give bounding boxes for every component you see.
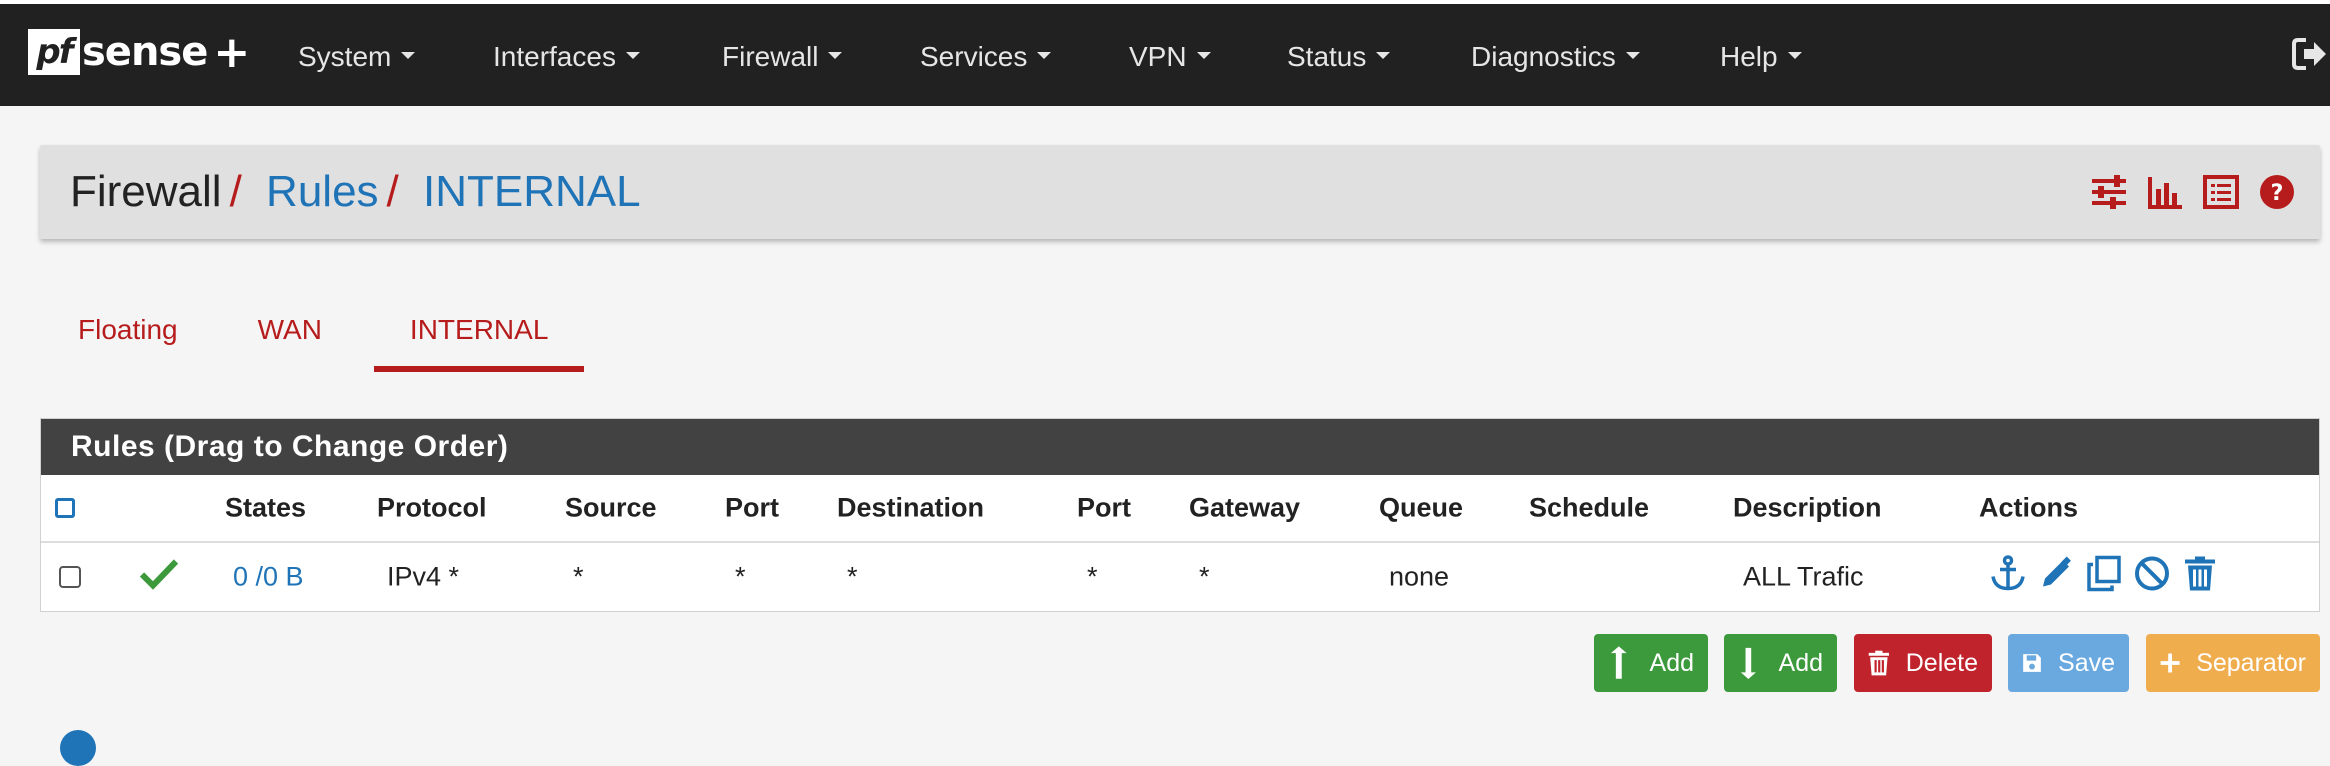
header-protocol[interactable]: Protocol (377, 493, 487, 524)
tab-wan[interactable]: WAN (230, 300, 350, 372)
breadcrumb: Firewall / Rules / INTERNAL (70, 167, 641, 217)
caret-down-icon (1787, 51, 1802, 59)
anchor-icon[interactable] (1989, 555, 2027, 600)
sliders-icon[interactable] (2090, 173, 2128, 216)
help-icon[interactable]: ? (2258, 173, 2296, 216)
caret-down-icon (1625, 51, 1640, 59)
table-row[interactable]: 0 /0 B IPv4 * * * * * * none ALL Trafic (41, 543, 2319, 611)
caret-down-icon (1037, 51, 1052, 59)
breadcrumb-panel: Firewall / Rules / INTERNAL ? (40, 145, 2320, 239)
save-label: Save (2058, 648, 2115, 677)
breadcrumb-separator: / (386, 167, 399, 216)
arrow-up-icon (1610, 646, 1627, 679)
header-destination-port[interactable]: Port (1077, 493, 1131, 524)
row-checkbox[interactable] (59, 566, 81, 588)
row-states-link[interactable]: 0 /0 B (233, 562, 304, 593)
breadcrumb-internal-link[interactable]: INTERNAL (423, 167, 641, 216)
nav-label: Services (920, 41, 1028, 72)
header-port[interactable]: Port (725, 493, 779, 524)
row-destination: * (847, 561, 858, 592)
separator-button[interactable]: Separator (2146, 634, 2320, 692)
plus-icon (2160, 653, 2180, 673)
rules-table-header: States Protocol Source Port Destination … (41, 475, 2319, 543)
info-icon[interactable] (60, 730, 96, 766)
rules-panel: Rules (Drag to Change Order) States Prot… (40, 418, 2320, 612)
add-top-label: Add (1649, 648, 1694, 677)
nav-interfaces[interactable]: Interfaces (493, 4, 640, 110)
nav-label: Interfaces (493, 41, 616, 72)
row-gateway: * (1199, 561, 1210, 592)
add-rule-top-button[interactable]: Add (1594, 634, 1708, 692)
nav-system[interactable]: System (298, 4, 416, 110)
trash-icon (1868, 650, 1890, 676)
trash-icon[interactable] (2181, 555, 2219, 600)
header-queue[interactable]: Queue (1379, 493, 1463, 524)
separator-label: Separator (2196, 648, 2306, 677)
breadcrumb-rules-link[interactable]: Rules (266, 167, 379, 216)
list-icon[interactable] (2202, 173, 2240, 216)
save-button[interactable]: Save (2008, 634, 2129, 692)
nav-vpn[interactable]: VPN (1129, 4, 1211, 110)
nav-diagnostics[interactable]: Diagnostics (1471, 4, 1640, 110)
breadcrumb-firewall: Firewall (70, 167, 222, 216)
row-description: ALL Trafic (1743, 561, 1864, 592)
header-schedule[interactable]: Schedule (1529, 493, 1649, 524)
row-protocol: IPv4 * (387, 561, 460, 592)
nav-firewall[interactable]: Firewall (722, 4, 843, 110)
nav-label: System (298, 41, 392, 72)
delete-label: Delete (1905, 648, 1978, 677)
header-description[interactable]: Description (1733, 493, 1882, 524)
interface-tabs: Floating WAN INTERNAL (50, 300, 608, 372)
disable-icon[interactable] (2133, 555, 2171, 600)
row-actions (1989, 555, 2219, 600)
edit-pencil-icon[interactable] (2037, 555, 2075, 600)
caret-down-icon (625, 51, 640, 59)
panel-head-icons: ? (2090, 173, 2296, 216)
nav-label: VPN (1129, 41, 1187, 72)
add-bottom-label: Add (1778, 648, 1823, 677)
nav-label: Diagnostics (1471, 41, 1616, 72)
nav-services[interactable]: Services (920, 4, 1052, 110)
nav-status[interactable]: Status (1287, 4, 1391, 110)
select-all-checkbox[interactable] (55, 498, 75, 518)
tab-internal[interactable]: INTERNAL (373, 300, 585, 372)
row-queue: none (1389, 561, 1450, 592)
delete-button[interactable]: Delete (1854, 634, 1992, 692)
caret-down-icon (1196, 51, 1211, 59)
pass-check-icon[interactable] (139, 558, 179, 597)
nav-help[interactable]: Help (1720, 4, 1802, 110)
rules-panel-title: Rules (Drag to Change Order) (41, 419, 2319, 475)
nav-label: Help (1720, 41, 1778, 72)
logo-text: sense (82, 29, 208, 75)
pfsense-logo[interactable]: pf sense + (28, 26, 250, 78)
caret-down-icon (401, 51, 416, 59)
logo-mark: pf (28, 29, 80, 75)
nav-label: Firewall (722, 41, 819, 72)
floppy-disk-icon (2023, 654, 2041, 672)
header-destination[interactable]: Destination (837, 493, 984, 524)
top-navbar: pf sense + System Interfaces Firewall Se… (0, 0, 2330, 106)
logo-plus: + (213, 26, 251, 78)
breadcrumb-separator: / (229, 167, 242, 216)
arrow-down-icon (1740, 647, 1756, 680)
copy-icon[interactable] (2085, 555, 2123, 600)
tab-floating[interactable]: Floating (50, 300, 206, 372)
header-source[interactable]: Source (565, 493, 657, 524)
header-gateway[interactable]: Gateway (1189, 493, 1300, 524)
bar-chart-icon[interactable] (2146, 173, 2184, 216)
add-rule-bottom-button[interactable]: Add (1724, 634, 1837, 692)
row-destination-port: * (1087, 561, 1098, 592)
row-port: * (735, 561, 746, 592)
header-states[interactable]: States (225, 493, 306, 524)
logo-mark-text: pf (36, 32, 73, 72)
logout-icon[interactable] (2290, 34, 2330, 74)
nav-label: Status (1287, 41, 1367, 72)
header-actions: Actions (1979, 492, 2079, 523)
row-source: * (573, 561, 584, 592)
svg-text:?: ? (2271, 181, 2284, 206)
caret-down-icon (1376, 51, 1391, 59)
caret-down-icon (828, 51, 843, 59)
